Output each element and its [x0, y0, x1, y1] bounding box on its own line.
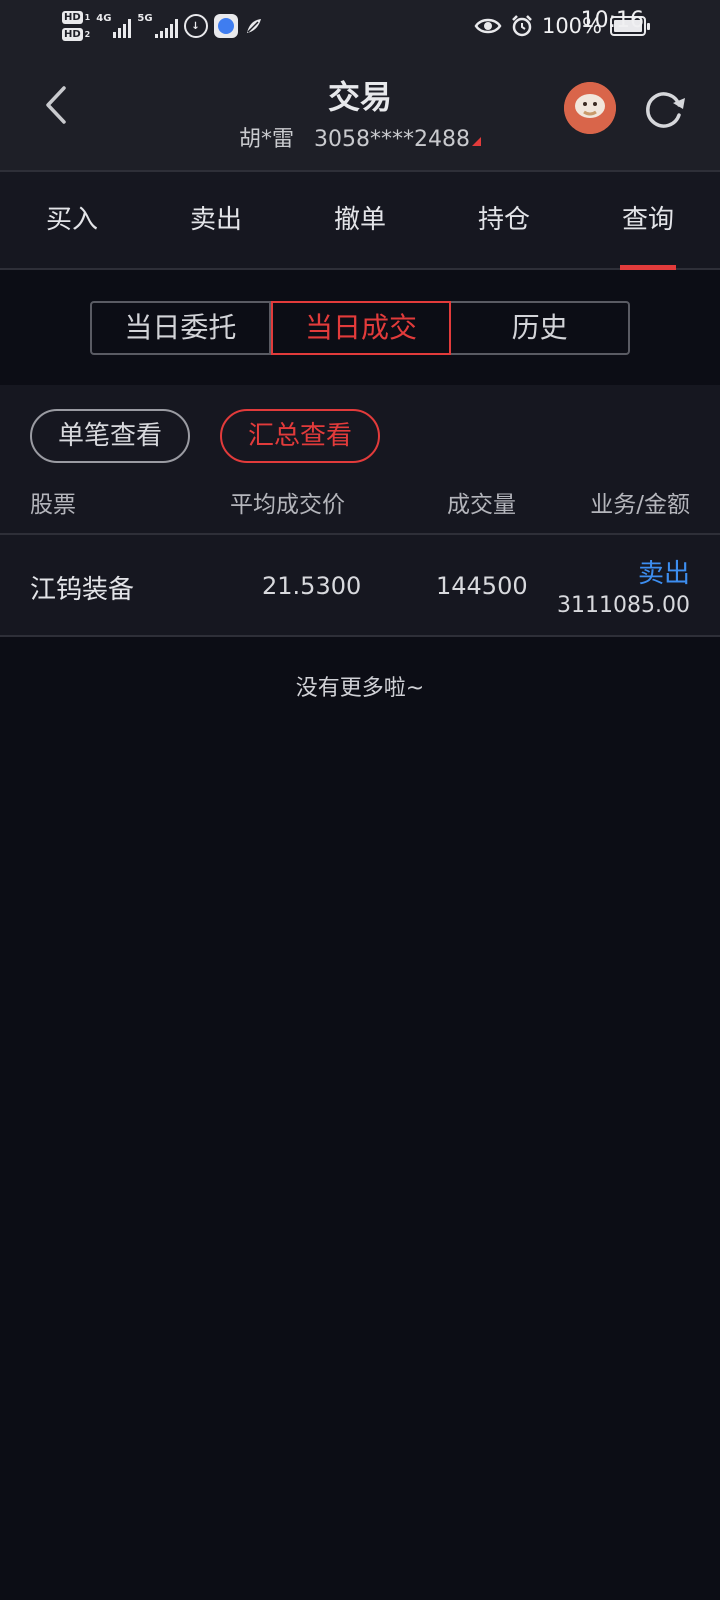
- trade-tabs: 买入 卖出 撤单 持仓 查询: [0, 172, 720, 270]
- tab-positions[interactable]: 持仓: [432, 172, 576, 268]
- segment-today-orders[interactable]: 当日委托: [92, 303, 271, 353]
- leaf-icon: [246, 19, 261, 33]
- refresh-icon: [646, 92, 685, 128]
- status-left-icons: HD 1 HD 2 4G 5G ↓: [62, 6, 264, 46]
- hd-indicator: HD 1 HD 2: [62, 11, 90, 41]
- single-view-button[interactable]: 单笔查看: [30, 409, 190, 463]
- account-number: 3058****2488: [314, 127, 470, 152]
- avg-price: 21.5300: [262, 572, 362, 600]
- table-row[interactable]: 江钨装备 21.5300 144500 卖出 3111085.00: [0, 535, 720, 635]
- dropdown-corner-icon: [472, 137, 481, 146]
- segment-history[interactable]: 历史: [451, 303, 628, 353]
- sim-slot-1: 1: [84, 13, 91, 22]
- alarm-icon: [512, 15, 532, 37]
- tab-query[interactable]: 查询: [576, 172, 720, 270]
- query-type-area: 当日委托 当日成交 历史: [0, 270, 720, 385]
- stock-name: 江钨装备: [30, 575, 135, 605]
- summary-view-button[interactable]: 汇总查看: [220, 409, 380, 463]
- hd-icon: HD: [62, 28, 83, 41]
- column-header-avg-price: 平均成交价: [230, 492, 345, 518]
- column-header-volume: 成交量: [447, 492, 516, 518]
- signal-icon: 4G: [96, 14, 132, 38]
- clock: 10:16: [580, 8, 644, 33]
- mascot-icon: [564, 82, 616, 134]
- trades-panel: 单笔查看 汇总查看 股票 平均成交价 成交量 业务/金额 江钨装备 21.530…: [0, 385, 720, 637]
- hd-icon: HD: [62, 11, 83, 24]
- no-more-text: 没有更多啦~: [295, 676, 425, 701]
- query-type-segmented-control: 当日委托 当日成交 历史: [90, 301, 630, 355]
- divider: [0, 635, 720, 637]
- tab-buy[interactable]: 买入: [0, 172, 144, 268]
- tab-sell[interactable]: 卖出: [144, 172, 288, 268]
- account-selector[interactable]: 胡*雷 3058****2488: [0, 121, 720, 153]
- refresh-button[interactable]: [640, 84, 690, 134]
- avatar[interactable]: [564, 82, 616, 134]
- segment-today-trades[interactable]: 当日成交: [270, 301, 452, 355]
- trade-volume: 144500: [436, 572, 528, 600]
- column-header-stock: 股票: [30, 492, 76, 518]
- sim-slot-2: 2: [84, 30, 91, 39]
- account-name: 胡*雷: [239, 127, 295, 152]
- trading-query-screen: HD 1 HD 2 4G 5G ↓ 100% 10:16 交易 胡*雷 3058…: [0, 0, 720, 1600]
- trade-direction: 卖出: [637, 559, 690, 589]
- eye-icon: [474, 18, 502, 34]
- trade-amount: 3111085.00: [557, 593, 690, 618]
- app-header: 交易 胡*雷 3058****2488: [0, 50, 720, 172]
- signal-icon: 5G: [137, 14, 178, 38]
- data-saver-icon: ↓: [183, 14, 208, 38]
- status-bar: HD 1 HD 2 4G 5G ↓ 100% 10:16: [0, 0, 720, 50]
- tab-cancel[interactable]: 撤单: [288, 172, 432, 268]
- column-header-biz-amount: 业务/金额: [590, 492, 690, 518]
- app-icon: [213, 14, 238, 38]
